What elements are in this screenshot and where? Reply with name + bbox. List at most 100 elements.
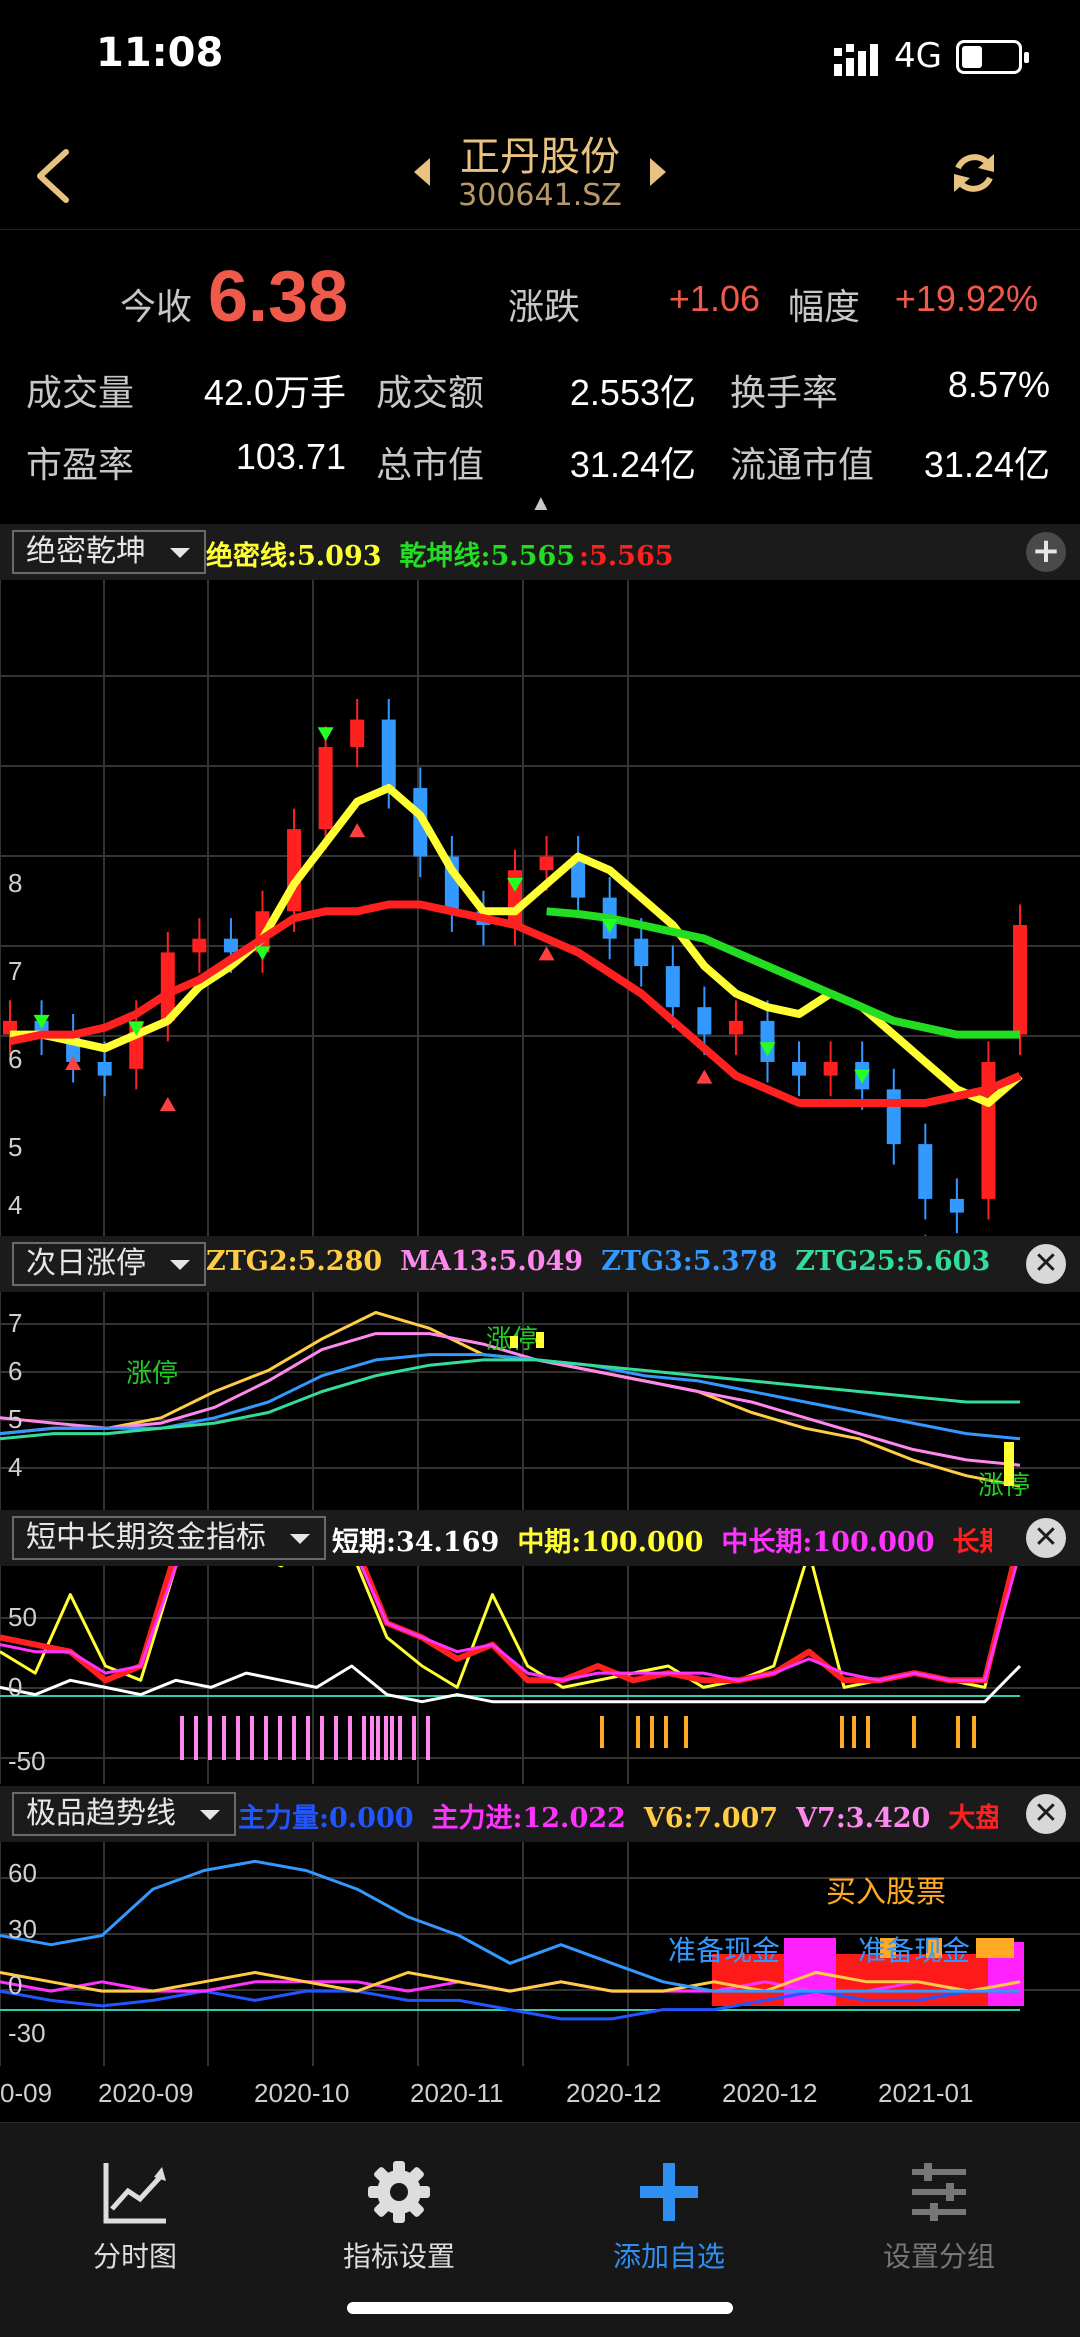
change-value: +1.06 [668,278,760,319]
volume-label: 成交量 [26,372,135,413]
tab-indicator-settings[interactable]: 指标设置 [264,2143,534,2283]
y-tick-label: 0 [8,1970,22,2000]
fund-bar [292,1716,296,1760]
status-time: 11:08 [96,30,224,76]
main-indicator-bar: 绝密乾坤 绝密线:5.093 乾坤线:5.565:5.565 + [0,524,1080,580]
main-price-chart[interactable]: 8 7 6 5 4 [0,580,1080,1240]
candle-body [192,938,207,953]
main-force-amount-value: 主力量:0.000 [238,1803,414,1834]
close-second-indicator-icon[interactable]: ✕ [1026,1244,1066,1284]
candle-body [350,719,365,747]
candle-body [223,938,238,953]
close-third-indicator-icon[interactable]: ✕ [1026,1518,1066,1558]
main-indicator-values: 绝密线:5.093 乾坤线:5.565:5.565 [206,534,1006,573]
fund-bar-orange [866,1716,870,1748]
tab-group-settings[interactable]: 设置分组 [804,2143,1074,2283]
jm-line-value: 绝密线:5.093 [206,541,382,572]
fund-bar-orange [684,1716,688,1748]
fourth-indicator-select[interactable]: 极品趋势线 [12,1792,236,1836]
buy-arrow-icon [696,1069,713,1084]
candle-body [539,856,554,871]
candle-body [949,1198,964,1213]
close-fourth-indicator-icon[interactable]: ✕ [1026,1794,1066,1834]
sliders-icon [912,2163,966,2221]
y-tick-label: 6 [8,1356,22,1386]
caret-up-icon[interactable]: ▲ [530,490,552,516]
fund-bar [236,1716,240,1760]
prepare-cash-label: 准备现金 [858,1934,970,1967]
y-tick-label: 0 [8,1672,22,1702]
fund-bar [412,1716,416,1760]
y-tick-label: 5 [8,1404,22,1434]
fund-bar [362,1716,366,1760]
tab-add-watchlist[interactable]: 添加自选 [534,2143,804,2283]
limit-up-bar [536,1332,544,1348]
buy-stock-label: 买入股票 [826,1875,946,1910]
y-tick-label: 30 [8,1914,37,1944]
signal-icon [834,44,878,76]
x-tick-label: 2020-12 [566,2078,661,2108]
tab-intraday[interactable]: 分时图 [0,2143,270,2283]
second-indicator-select[interactable]: 次日涨停 [12,1242,206,1286]
y-tick-label: 6 [8,1044,22,1074]
fund-bar [320,1716,324,1760]
y-tick-label: 4 [8,1452,22,1482]
float-label: 流通市值 [730,444,875,485]
main-indicator-select[interactable]: 绝密乾坤 [12,530,206,574]
y-tick-label: 50 [8,1602,37,1632]
fund-bar [384,1716,388,1760]
fund-bar-orange [956,1716,960,1748]
candle-body [823,1061,838,1076]
next-stock-icon[interactable] [650,158,666,186]
third-indicator-select[interactable]: 短中长期资金指标 [12,1516,326,1560]
buy-arrow-icon [349,823,366,838]
candle-body [981,1061,996,1199]
x-tick-label: 2020-11 [410,2078,504,2108]
pe-label: 市盈率 [26,444,135,485]
tab-group-settings-label: 设置分组 [882,2240,995,2273]
fund-bar [334,1716,338,1760]
candle-body [97,1061,112,1076]
pct-value: +19.92% [894,278,1038,319]
fourth-indicator-chart[interactable]: 买入股票准备现金 准备现金 60 30 0 -30 [0,1842,1080,2066]
candle-body [728,1020,743,1035]
v7-value: V7:3.420 [796,1803,931,1834]
fund-bar [306,1716,310,1760]
fund-bar [194,1716,198,1760]
fund-bar [348,1716,352,1760]
battery-icon [956,40,1029,74]
y-tick-label: 8 [8,868,22,898]
change-label: 涨跌 [508,286,581,327]
y-tick-label: 7 [8,956,22,986]
market-fund-value: 大盘资 [948,1803,998,1834]
qk-red-value: :5.565 [579,541,674,572]
candle-body [1013,925,1027,1035]
quote-panel: 今收 6.38 涨跌 +1.06 幅度 +19.92% 成交量 42.0万手 成… [0,230,1080,520]
y-tick-label: 4 [8,1190,22,1220]
add-indicator-button[interactable]: + [1026,532,1066,572]
fund-bar-orange [600,1716,604,1748]
sell-arrow-icon [317,727,334,742]
candle-body [697,1007,712,1035]
candle-body [918,1144,933,1199]
mid-term-value: 中期:100.000 [517,1527,704,1558]
fund-bar [264,1716,268,1760]
second-indicator-values: ZTG2:5.280 MA13:5.049 ZTG3:5.378 ZTG25:5.60… [206,1246,1006,1277]
mcap-value: 31.24亿 [569,444,696,485]
amount-value: 2.553亿 [569,372,696,413]
date-axis: 0-09 2020-09 2020-10 2020-11 2020-12 2020-12 2… [0,2078,973,2108]
refresh-icon[interactable] [948,144,1000,202]
v6-value: V6:7.007 [643,1803,779,1834]
third-indicator-chart[interactable]: 50 0 -50 [0,1566,1080,1784]
limit-up-bar [1004,1442,1014,1486]
candle-body [634,938,649,967]
turnover-label: 换手率 [730,372,839,413]
x-tick-label: 2020-12 [722,2078,817,2108]
fund-bar [426,1716,430,1760]
second-indicator-chart[interactable]: 涨停涨停涨停7654 [0,1292,1080,1510]
y-tick-label: 60 [8,1858,37,1888]
fund-bar [376,1716,380,1760]
fund-bar-orange [650,1716,654,1748]
ztg25-value: ZTG25:5.603 [795,1246,991,1277]
mcap-label: 总市值 [376,444,485,485]
